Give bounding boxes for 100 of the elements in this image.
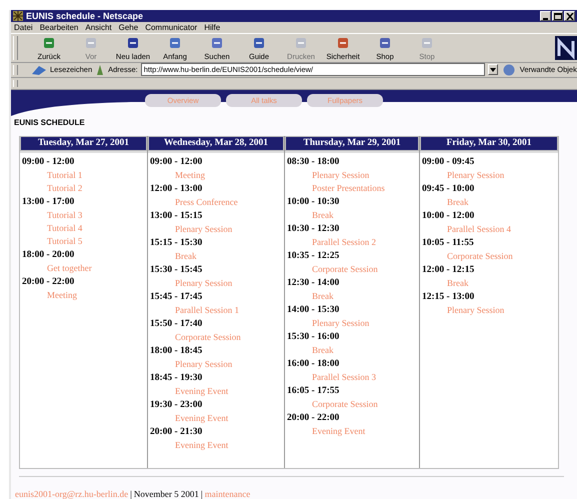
menu-item[interactable]: Communicator — [145, 23, 198, 32]
minimize-button[interactable] — [540, 11, 551, 22]
toolbar-icon — [83, 36, 99, 50]
toolbar-icon — [251, 36, 267, 50]
time-range: 20:00 - 21:30 — [150, 426, 202, 440]
close-icon — [566, 12, 574, 20]
session-link[interactable]: Press Conference — [150, 196, 238, 210]
session-link[interactable]: Parallel Session 1 — [150, 304, 239, 318]
maximize-button[interactable] — [552, 11, 563, 22]
toolbar-icon — [335, 36, 351, 50]
session-link[interactable]: Break — [287, 290, 334, 304]
time-range: 12:30 - 14:00 — [287, 277, 340, 290]
time-range: 10:30 - 12:30 — [287, 223, 340, 236]
app-icon — [13, 11, 23, 22]
session-link[interactable]: Evening Event — [287, 425, 366, 438]
time-range: 18:45 - 19:30 — [150, 372, 202, 386]
session-link[interactable]: Tutorial 1 — [22, 169, 82, 182]
session-link[interactable]: Corporate Session — [287, 398, 378, 412]
time-range: 10:00 - 12:00 — [422, 210, 474, 224]
time-range: 12:00 - 12:15 — [422, 264, 474, 278]
session-link[interactable]: Parallel Session 2 — [287, 236, 376, 250]
separator: | — [130, 489, 132, 499]
time-range: 14:00 - 15:30 — [287, 304, 340, 318]
toolbar-icon — [167, 36, 183, 50]
menu-item[interactable]: Hilfe — [204, 23, 220, 32]
time-range: 16:05 - 17:55 — [287, 385, 340, 398]
time-range: 10:00 - 10:30 — [287, 196, 340, 210]
time-range: 10:05 - 11:55 — [422, 237, 474, 250]
time-range: 15:50 - 17:40 — [150, 318, 202, 332]
session-link[interactable]: Plenary Session — [287, 169, 370, 182]
time-range: 13:00 - 17:00 — [22, 196, 74, 210]
session-link[interactable]: Evening Event — [150, 439, 228, 452]
toolbar-icon — [41, 36, 57, 50]
menu-item[interactable]: Ansicht — [85, 23, 112, 32]
session-link[interactable]: Corporate Session — [150, 331, 241, 344]
session-link[interactable]: Break — [422, 196, 468, 210]
time-range: 15:30 - 15:45 — [150, 264, 202, 278]
session-link[interactable]: Break — [287, 209, 334, 222]
session-link[interactable]: Evening Event — [150, 385, 228, 398]
session-link[interactable]: Plenary Session — [422, 304, 504, 318]
session-link[interactable]: Plenary Session — [150, 223, 232, 236]
session-link[interactable]: Plenary Session — [150, 277, 232, 290]
caret-icon — [490, 68, 496, 72]
session-link[interactable]: Meeting — [22, 289, 77, 302]
menu-item[interactable]: Datei — [14, 23, 33, 32]
session-link[interactable]: Get together — [22, 262, 92, 276]
time-range: 20:00 - 22:00 — [287, 412, 340, 426]
session-link[interactable]: Plenary Session — [150, 358, 232, 372]
toolbar-icon — [419, 36, 435, 50]
toolbar-icon — [125, 36, 141, 50]
session-link[interactable]: Parallel Session 4 — [422, 223, 511, 236]
session-link[interactable]: Corporate Session — [422, 250, 513, 264]
logo-icon — [555, 36, 577, 60]
session-link[interactable]: Tutorial 2 — [22, 182, 82, 196]
footer-date: November 5 2001 — [134, 489, 199, 499]
time-range: 20:00 - 22:00 — [22, 276, 74, 290]
menu-item[interactable]: Bearbeiten — [40, 23, 78, 32]
session-link[interactable]: Tutorial 4 — [22, 222, 82, 236]
close-button[interactable] — [564, 11, 575, 22]
toolbar-icon — [293, 36, 309, 50]
toolbar-icon — [209, 36, 225, 50]
session-link[interactable]: Tutorial 3 — [22, 209, 82, 222]
session-link[interactable]: Corporate Session — [287, 263, 378, 276]
time-range: 15:45 - 17:45 — [150, 291, 202, 304]
time-range: 15:30 - 16:00 — [287, 331, 340, 344]
day-header: Wednesday, Mar 28, 2001 — [148, 136, 284, 152]
session-link[interactable]: Plenary Session — [422, 169, 504, 182]
time-range: 09:00 - 09:45 — [422, 156, 474, 170]
session-link[interactable]: Parallel Session 3 — [287, 371, 376, 384]
session-link[interactable]: Tutorial 5 — [22, 235, 82, 248]
maximize-icon — [554, 12, 562, 20]
time-range: 12:15 - 13:00 — [422, 291, 474, 304]
window-title: EUNIS schedule - Netscape — [26, 11, 144, 22]
time-range: 09:00 - 12:00 — [150, 156, 202, 170]
time-range: 12:00 - 13:00 — [150, 183, 202, 196]
day-header: Friday, Mar 30, 2001 — [420, 136, 558, 152]
time-range: 19:30 - 23:00 — [150, 399, 202, 412]
menu-item[interactable]: Gehe — [118, 23, 138, 32]
session-link[interactable]: Break — [287, 344, 334, 358]
session-link[interactable]: Poster Presentations — [287, 182, 385, 196]
page-heading: EUNIS SCHEDULE — [14, 118, 86, 128]
time-range: 16:00 - 18:00 — [287, 358, 340, 372]
time-range: 18:00 - 20:00 — [22, 249, 74, 262]
dropdown-button[interactable] — [488, 64, 498, 76]
session-link[interactable]: Evening Event — [150, 412, 228, 426]
time-range: 15:15 - 15:30 — [150, 237, 202, 250]
day-header: Thursday, Mar 29, 2001 — [285, 136, 419, 152]
time-range: 09:00 - 12:00 — [22, 156, 74, 170]
time-range: 09:45 - 10:00 — [422, 183, 474, 196]
time-range: 18:00 - 18:45 — [150, 345, 202, 358]
session-link[interactable]: Break — [150, 250, 196, 264]
email-link[interactable]: eunis2001-org@rz.hu-berlin.de — [15, 489, 128, 499]
separator: | — [200, 489, 203, 499]
day-header: Tuesday, Mar 27, 2001 — [20, 136, 147, 152]
maintenance-link[interactable]: maintenance — [204, 489, 250, 499]
session-link[interactable]: Plenary Session — [287, 317, 370, 330]
toolbar-icon — [377, 36, 393, 50]
time-range: 10:35 - 12:25 — [287, 250, 340, 264]
session-link[interactable]: Break — [422, 277, 468, 290]
session-link[interactable]: Meeting — [150, 169, 205, 182]
